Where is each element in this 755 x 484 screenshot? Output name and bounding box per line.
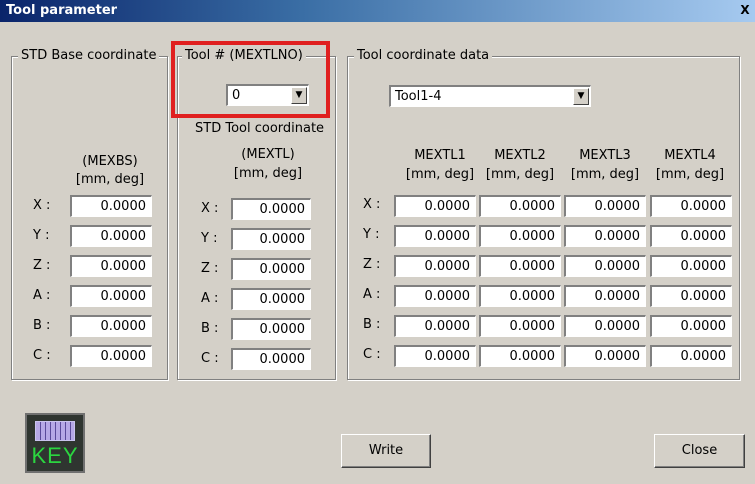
base-row-label: X : [33,198,51,213]
key-label: KEY [31,443,79,468]
tool-range-select[interactable]: Tool1-4 ▼ [389,85,591,107]
tooldata-value-field[interactable]: 0.0000 [564,225,646,247]
title-bar: Tool parameter X [0,0,755,22]
tooldata-column-unit: [mm, deg] [405,167,475,182]
tooldata-row-label: B : [363,317,381,332]
base-header-name: (MEXBS) [82,154,138,169]
tooldata-value-field[interactable]: 0.0000 [394,315,476,337]
stdtool-header-unit: [mm, deg] [233,166,303,181]
tooldata-value-field[interactable]: 0.0000 [394,195,476,217]
tooldata-value-field[interactable]: 0.0000 [650,315,732,337]
tooldata-column-name: MEXTL4 [664,148,716,163]
base-value-field[interactable]: 0.0000 [70,195,152,217]
stdtool-value-field[interactable]: 0.0000 [231,288,311,310]
keyboard-icon [35,421,75,441]
tooldata-row-label: C : [363,347,381,362]
tooldata-value-field[interactable]: 0.0000 [479,285,561,307]
tooldata-value-field[interactable]: 0.0000 [479,225,561,247]
highlight-box [171,41,330,118]
stdtool-value-field[interactable]: 0.0000 [231,258,311,280]
tooldata-column-unit: [mm, deg] [485,167,555,182]
std-tool-coordinate-legend: STD Tool coordinate [192,121,328,137]
stdtool-value-field[interactable]: 0.0000 [231,228,311,250]
base-header-unit: [mm, deg] [75,172,145,187]
base-row-label: Y : [33,228,50,243]
tooldata-value-field[interactable]: 0.0000 [564,315,646,337]
tooldata-column-unit: [mm, deg] [655,167,725,182]
tooldata-value-field[interactable]: 0.0000 [564,345,646,367]
stdtool-value-field[interactable]: 0.0000 [231,348,311,370]
tool-range-value: Tool1-4 [395,89,442,104]
tooldata-value-field[interactable]: 0.0000 [650,255,732,277]
base-value-field[interactable]: 0.0000 [70,345,152,367]
close-icon[interactable]: X [737,2,753,18]
base-row-label: C : [33,348,51,363]
tooldata-row-label: Y : [363,227,380,242]
window-title: Tool parameter [6,3,118,18]
tooldata-value-field[interactable]: 0.0000 [564,285,646,307]
tooldata-column-name: MEXTL2 [494,148,546,163]
tooldata-value-field[interactable]: 0.0000 [394,255,476,277]
tooldata-column-unit: [mm, deg] [570,167,640,182]
keyboard-key-icon[interactable]: KEY [25,413,85,473]
tooldata-value-field[interactable]: 0.0000 [394,285,476,307]
tooldata-value-field[interactable]: 0.0000 [650,195,732,217]
tool-parameter-window: Tool parameter X STD Base coordinate (ME… [0,0,755,484]
tooldata-value-field[interactable]: 0.0000 [479,195,561,217]
tooldata-value-field[interactable]: 0.0000 [564,195,646,217]
write-button[interactable]: Write [341,434,431,468]
stdtool-value-field[interactable]: 0.0000 [231,198,311,220]
base-value-field[interactable]: 0.0000 [70,255,152,277]
tooldata-column-name: MEXTL3 [579,148,631,163]
tooldata-value-field[interactable]: 0.0000 [479,345,561,367]
tooldata-value-field[interactable]: 0.0000 [650,285,732,307]
base-value-field[interactable]: 0.0000 [70,315,152,337]
tooldata-value-field[interactable]: 0.0000 [479,255,561,277]
tooldata-value-field[interactable]: 0.0000 [564,255,646,277]
base-row-label: B : [33,318,51,333]
stdtool-header-name: (MEXTL) [241,147,295,162]
base-value-field[interactable]: 0.0000 [70,225,152,247]
base-row-label: Z : [33,258,51,273]
tooldata-value-field[interactable]: 0.0000 [650,345,732,367]
tooldata-value-field[interactable]: 0.0000 [394,345,476,367]
chevron-down-icon[interactable]: ▼ [573,88,589,105]
tooldata-row-label: Z : [363,257,381,272]
base-value-field[interactable]: 0.0000 [70,285,152,307]
tooldata-value-field[interactable]: 0.0000 [394,225,476,247]
tooldata-row-label: X : [363,197,381,212]
base-row-label: A : [33,288,51,303]
tooldata-column-name: MEXTL1 [414,148,466,163]
stdtool-value-field[interactable]: 0.0000 [231,318,311,340]
tooldata-value-field[interactable]: 0.0000 [479,315,561,337]
std-base-coordinate-legend: STD Base coordinate [18,48,160,64]
tool-coordinate-data-legend: Tool coordinate data [354,48,493,64]
close-button[interactable]: Close [654,434,745,468]
tooldata-value-field[interactable]: 0.0000 [650,225,732,247]
tooldata-row-label: A : [363,287,381,302]
